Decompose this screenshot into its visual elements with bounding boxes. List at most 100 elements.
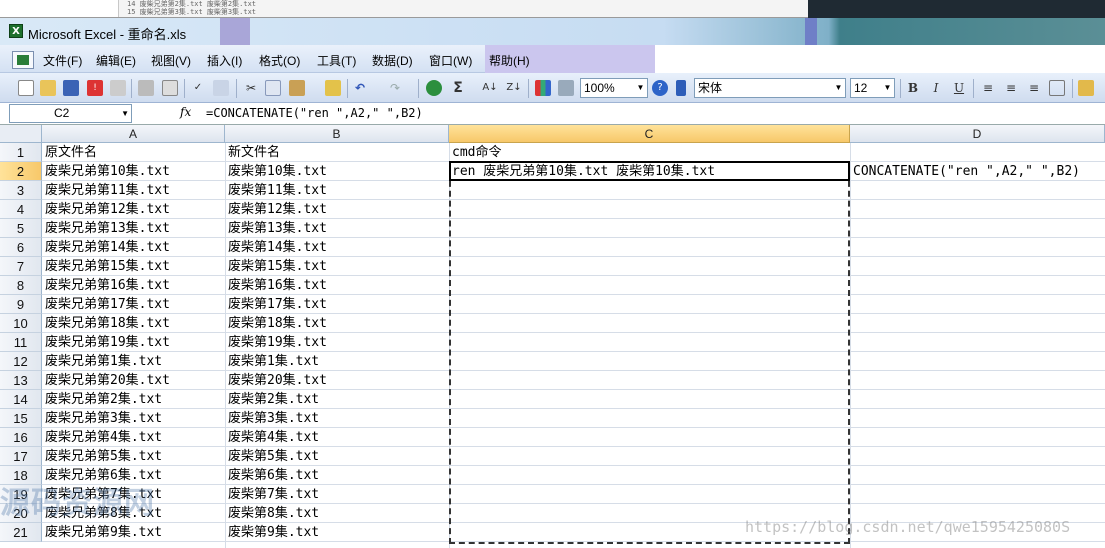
cell-a14[interactable]: 废柴兄弟第2集.txt (42, 390, 162, 409)
row-header[interactable]: 11 (0, 333, 42, 352)
zoom-select[interactable]: 100% ▼ (580, 78, 648, 98)
cell-b17[interactable]: 废柴第5集.txt (225, 447, 319, 466)
cell-b3[interactable]: 废柴第11集.txt (225, 181, 327, 200)
align-center-icon[interactable]: ≡ (1003, 80, 1019, 96)
cell-d3[interactable] (850, 181, 853, 200)
cell-b7[interactable]: 废柴第15集.txt (225, 257, 327, 276)
currency-icon[interactable] (1078, 80, 1094, 96)
cell-b5[interactable]: 废柴第13集.txt (225, 219, 327, 238)
menu-window[interactable]: 窗口(W) (429, 52, 472, 69)
worksheet-grid[interactable]: A B C D 1 原文件名 新文件名 cmd命令 2 废柴兄弟第10集.txt 废柴第10… (0, 125, 1105, 548)
align-right-icon[interactable]: ≡ (1026, 80, 1042, 96)
select-all-corner[interactable] (0, 125, 42, 143)
cell-d14[interactable] (850, 390, 853, 409)
cell-d2[interactable]: CONCATENATE("ren ",A2," ",B2) (850, 162, 1080, 181)
chart-wizard-icon[interactable] (535, 80, 551, 96)
spelling-icon[interactable]: ✓ (190, 80, 206, 96)
row-header[interactable]: 9 (0, 295, 42, 314)
menu-tools[interactable]: 工具(T) (317, 52, 356, 69)
toolbar-options-icon[interactable] (676, 80, 686, 96)
cell-a8[interactable]: 废柴兄弟第16集.txt (42, 276, 170, 295)
cell-a12[interactable]: 废柴兄弟第1集.txt (42, 352, 162, 371)
format-painter-icon[interactable] (325, 80, 341, 96)
drawing-icon[interactable] (558, 80, 574, 96)
cell-a9[interactable]: 废柴兄弟第17集.txt (42, 295, 170, 314)
cell-d19[interactable] (850, 485, 853, 504)
merge-center-icon[interactable] (1049, 80, 1065, 96)
row-header[interactable]: 14 (0, 390, 42, 409)
row-header[interactable]: 3 (0, 181, 42, 200)
cell-d8[interactable] (850, 276, 853, 295)
row-header[interactable]: 4 (0, 200, 42, 219)
help-icon[interactable]: ? (652, 80, 668, 96)
cell-d11[interactable] (850, 333, 853, 352)
row-header[interactable]: 12 (0, 352, 42, 371)
paste-icon[interactable] (289, 80, 305, 96)
font-size-select[interactable]: 12 ▼ (850, 78, 895, 98)
row-header[interactable]: 13 (0, 371, 42, 390)
column-header-c[interactable]: C (449, 125, 850, 143)
row-header[interactable]: 1 (0, 143, 42, 162)
align-left-icon[interactable]: ≡ (980, 80, 996, 96)
excel-icon[interactable]: X (9, 24, 23, 38)
name-box[interactable]: C2 ▼ (9, 104, 132, 123)
cell-c1[interactable]: cmd命令 (449, 143, 501, 162)
open-folder-icon[interactable] (40, 80, 56, 96)
bold-button[interactable]: B (905, 80, 921, 96)
row-header[interactable]: 7 (0, 257, 42, 276)
workbook-icon[interactable] (12, 51, 34, 69)
cell-a2[interactable]: 废柴兄弟第10集.txt (42, 162, 170, 181)
cell-a7[interactable]: 废柴兄弟第15集.txt (42, 257, 170, 276)
permission-icon[interactable]: ! (87, 80, 103, 96)
row-header[interactable]: 15 (0, 409, 42, 428)
menu-data[interactable]: 数据(D) (372, 52, 413, 69)
row-header[interactable]: 6 (0, 238, 42, 257)
cell-a6[interactable]: 废柴兄弟第14集.txt (42, 238, 170, 257)
formula-input[interactable]: =CONCATENATE("ren ",A2," ",B2) (206, 106, 423, 120)
cell-b6[interactable]: 废柴第14集.txt (225, 238, 327, 257)
cell-a10[interactable]: 废柴兄弟第18集.txt (42, 314, 170, 333)
cell-a15[interactable]: 废柴兄弟第3集.txt (42, 409, 162, 428)
cell-b21[interactable]: 废柴第9集.txt (225, 523, 319, 542)
new-document-icon[interactable] (18, 80, 34, 96)
menu-view[interactable]: 视图(V) (151, 52, 191, 69)
cell-d6[interactable] (850, 238, 853, 257)
menu-file[interactable]: 文件(F) (43, 52, 82, 69)
cell-d7[interactable] (850, 257, 853, 276)
cell-d16[interactable] (850, 428, 853, 447)
copy-icon[interactable] (265, 80, 281, 96)
row-header[interactable]: 21 (0, 523, 42, 542)
menu-edit[interactable]: 编辑(E) (96, 52, 136, 69)
cell-d9[interactable] (850, 295, 853, 314)
row-header[interactable]: 8 (0, 276, 42, 295)
undo-icon[interactable]: ↶ (352, 80, 368, 96)
cell-b16[interactable]: 废柴第4集.txt (225, 428, 319, 447)
sort-ascending-icon[interactable]: A↓ (482, 80, 498, 96)
menu-insert[interactable]: 插入(I) (207, 52, 242, 69)
cell-a16[interactable]: 废柴兄弟第4集.txt (42, 428, 162, 447)
cell-a1[interactable]: 原文件名 (42, 143, 97, 162)
research-icon[interactable] (213, 80, 229, 96)
email-icon[interactable] (110, 80, 126, 96)
cell-d15[interactable] (850, 409, 853, 428)
cell-d10[interactable] (850, 314, 853, 333)
cell-d12[interactable] (850, 352, 853, 371)
hyperlink-icon[interactable] (426, 80, 442, 96)
row-header[interactable]: 2 (0, 162, 42, 181)
cell-b9[interactable]: 废柴第17集.txt (225, 295, 327, 314)
menu-format[interactable]: 格式(O) (259, 52, 300, 69)
cell-d18[interactable] (850, 466, 853, 485)
cell-d1[interactable] (850, 143, 853, 162)
cell-b14[interactable]: 废柴第2集.txt (225, 390, 319, 409)
print-preview-icon[interactable] (162, 80, 178, 96)
underline-button[interactable]: U (951, 80, 967, 96)
cell-b4[interactable]: 废柴第12集.txt (225, 200, 327, 219)
italic-button[interactable]: I (928, 80, 944, 96)
cell-b12[interactable]: 废柴第1集.txt (225, 352, 319, 371)
cell-a11[interactable]: 废柴兄弟第19集.txt (42, 333, 170, 352)
font-name-select[interactable]: 宋体 ▼ (694, 78, 846, 98)
cell-d17[interactable] (850, 447, 853, 466)
print-icon[interactable] (138, 80, 154, 96)
active-cell-c2[interactable] (449, 161, 850, 181)
row-header[interactable]: 5 (0, 219, 42, 238)
